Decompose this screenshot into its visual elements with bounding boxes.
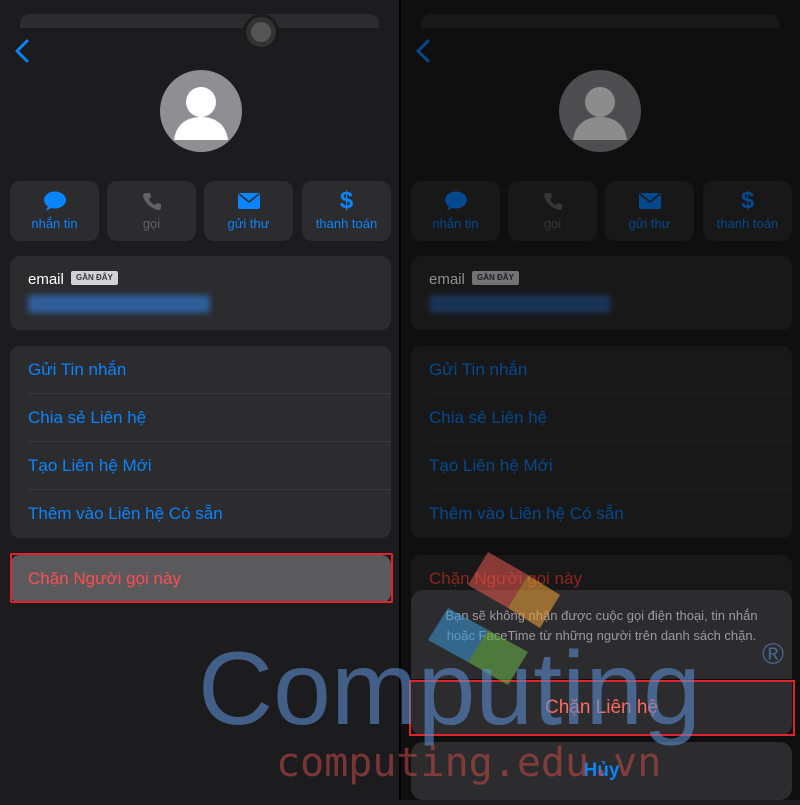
message-action-label: nhắn tin (31, 216, 78, 231)
email-label: email (28, 271, 64, 288)
mail-action-button[interactable]: gửi thư (204, 181, 293, 241)
phone-icon (107, 189, 196, 213)
contact-screen-left: nhắn tin gọi gửi thư $ thanh toán email … (0, 0, 399, 800)
contact-avatar (160, 70, 242, 152)
menu-share-contact[interactable]: Chia sẻ Liên hệ (28, 394, 391, 442)
mail-action-label: gửi thư (227, 216, 270, 231)
message-bubble-icon (10, 189, 99, 213)
pay-action-button[interactable]: $ thanh toán (302, 181, 391, 241)
call-action-button[interactable]: gọi (107, 181, 196, 241)
call-action-label: gọi (142, 216, 161, 231)
cancel-button[interactable]: Hủy (411, 742, 792, 800)
highlight-frame (10, 553, 393, 603)
email-value-redacted[interactable] (28, 295, 210, 313)
person-icon (174, 87, 228, 140)
menu-add-existing[interactable]: Thêm vào Liên hệ Có sẵn (28, 490, 391, 538)
quick-actions: nhắn tin gọi gửi thư $ thanh toán (10, 181, 391, 241)
recent-badge: GẦN ĐÂY (71, 271, 118, 285)
block-warning-text: Bạn sẽ không nhận được cuộc gọi điện tho… (445, 608, 758, 643)
highlight-frame (409, 680, 795, 736)
back-chevron-icon[interactable] (10, 36, 36, 66)
pay-action-label: thanh toán (315, 216, 378, 231)
menu-create-contact[interactable]: Tạo Liên hệ Mới (28, 442, 391, 490)
contact-menu: Gửi Tin nhắn Chia sẻ Liên hệ Tạo Liên hệ… (10, 346, 391, 538)
email-card[interactable]: email (10, 256, 391, 330)
action-sheet-message: Bạn sẽ không nhận được cuộc gọi điện tho… (411, 590, 792, 679)
dollar-icon: $ (339, 187, 354, 214)
message-action-button[interactable]: nhắn tin (10, 181, 99, 241)
cancel-label: Hủy (583, 760, 620, 781)
contact-screen-right: nhắn tin gọi gửi thư $ thanh toán email … (401, 0, 800, 800)
envelope-icon (204, 189, 293, 213)
menu-send-message[interactable]: Gửi Tin nhắn (28, 346, 391, 394)
camera-cutout (243, 14, 279, 50)
